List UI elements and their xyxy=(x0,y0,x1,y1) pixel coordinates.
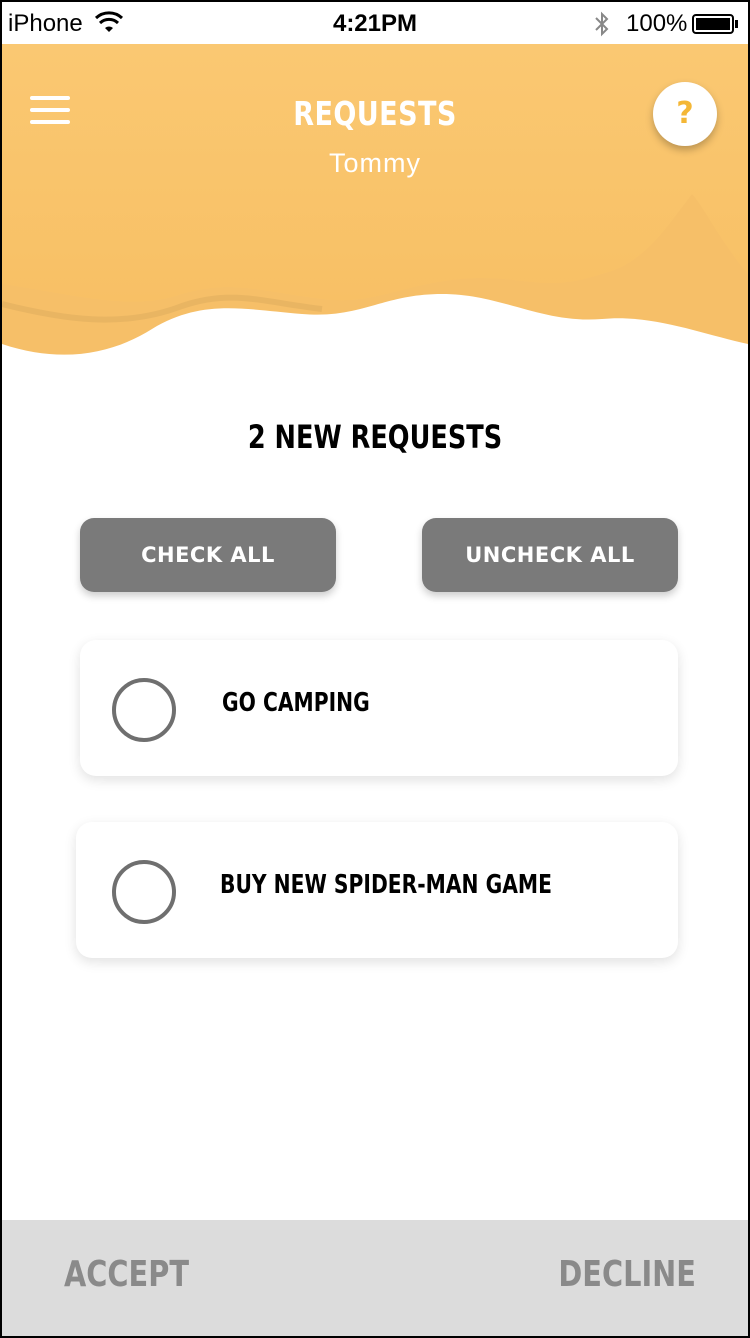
menu-button[interactable] xyxy=(30,96,70,132)
uncheck-all-button[interactable]: UNCHECK ALL xyxy=(422,518,678,592)
user-name: Tommy xyxy=(329,148,421,178)
request-count-heading: 2 NEW REQUESTS xyxy=(247,418,503,456)
battery-icon xyxy=(692,14,738,34)
header: REQUESTS Tommy ? xyxy=(2,44,748,374)
hamburger-icon-line xyxy=(30,108,70,112)
request-label: GO CAMPING xyxy=(222,688,370,718)
request-label: BUY NEW SPIDER-MAN GAME xyxy=(220,870,552,900)
request-item[interactable]: BUY NEW SPIDER-MAN GAME xyxy=(76,822,678,958)
request-checkbox[interactable] xyxy=(112,860,176,924)
status-bar: iPhone 4:21PM 100% xyxy=(2,2,748,44)
request-item[interactable]: GO CAMPING xyxy=(80,640,678,776)
battery-percent: 100% xyxy=(626,10,688,37)
hamburger-icon-line xyxy=(30,96,70,100)
app-screen: iPhone 4:21PM 100% REQUESTS Tommy ? 2 NE… xyxy=(0,0,750,1338)
hamburger-icon-line xyxy=(30,120,70,124)
request-checkbox[interactable] xyxy=(112,678,176,742)
accept-button[interactable]: ACCEPT xyxy=(64,1254,189,1295)
page-title: REQUESTS xyxy=(293,94,457,133)
bluetooth-icon xyxy=(595,11,609,37)
check-all-button[interactable]: CHECK ALL xyxy=(80,518,336,592)
bottom-action-bar: ACCEPT DECLINE xyxy=(2,1220,748,1336)
decline-button[interactable]: DECLINE xyxy=(558,1254,696,1295)
help-button[interactable]: ? xyxy=(653,82,717,146)
